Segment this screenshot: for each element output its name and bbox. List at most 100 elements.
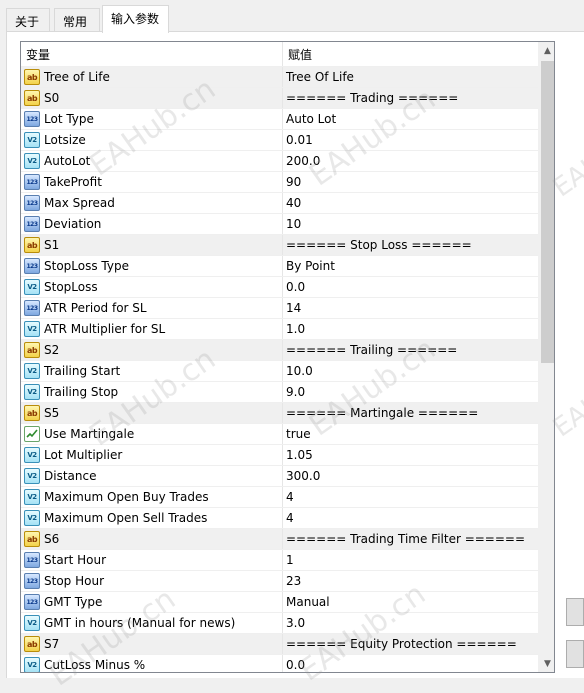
parameter-row[interactable]: 123 Lot Type Auto Lot [21,109,538,130]
parameter-name-cell[interactable]: V2 Maximum Open Buy Trades [21,487,283,507]
parameter-row[interactable]: V2 Maximum Open Sell Trades 4 [21,508,538,529]
parameter-value[interactable]: 200.0 [283,154,538,168]
scroll-down-icon[interactable]: ▼ [539,655,554,672]
integer-type-icon: 123 [24,552,40,568]
parameter-row[interactable]: 123 Stop Hour 23 [21,571,538,592]
scroll-up-icon[interactable]: ▲ [539,42,554,59]
parameter-row[interactable]: V2 StopLoss 0.0 [21,277,538,298]
parameter-row[interactable]: 123 ATR Period for SL 14 [21,298,538,319]
parameter-row[interactable]: ab S7 ====== Equity Protection ====== [21,634,538,655]
parameter-name-cell[interactable]: 123 GMT Type [21,592,283,612]
parameter-name-cell[interactable]: V2 Lotsize [21,130,283,150]
parameter-value[interactable]: 3.0 [283,616,538,630]
parameter-value[interactable]: ====== Trading ====== [283,91,538,105]
parameter-name-cell[interactable]: ab S2 [21,340,283,360]
parameter-value[interactable]: 40 [283,196,538,210]
vertical-scrollbar[interactable]: ▲ ▼ [538,42,554,672]
parameter-value[interactable]: 90 [283,175,538,189]
side-button[interactable] [566,598,584,626]
parameter-row[interactable]: ab Tree of Life Tree Of Life [21,67,538,88]
parameter-name-cell[interactable]: 123 ATR Period for SL [21,298,283,318]
parameter-name-cell[interactable]: V2 Trailing Start [21,361,283,381]
parameter-name-cell[interactable]: V2 AutoLot [21,151,283,171]
parameter-name-cell[interactable]: ab S6 [21,529,283,549]
tab-common[interactable]: 常用 [54,8,100,32]
parameter-name-cell[interactable]: 123 TakeProfit [21,172,283,192]
parameter-name-cell[interactable]: 123 Max Spread [21,193,283,213]
parameter-value[interactable]: 14 [283,301,538,315]
parameter-value[interactable]: 10 [283,217,538,231]
parameter-row[interactable]: ab S0 ====== Trading ====== [21,88,538,109]
parameter-name-cell[interactable]: 123 Deviation [21,214,283,234]
tab-input-parameters[interactable]: 输入参数 [102,5,169,33]
parameter-value[interactable]: 4 [283,490,538,504]
parameter-value[interactable]: ====== Trading Time Filter ====== [283,532,538,546]
parameter-name-cell[interactable]: ab S0 [21,88,283,108]
parameter-value[interactable]: 10.0 [283,364,538,378]
parameter-row[interactable]: 123 GMT Type Manual [21,592,538,613]
scroll-thumb[interactable] [541,61,554,363]
parameter-row[interactable]: ab S2 ====== Trailing ====== [21,340,538,361]
parameter-row[interactable]: V2 Lot Multiplier 1.05 [21,445,538,466]
parameter-row[interactable]: V2 Distance 300.0 [21,466,538,487]
parameter-value[interactable]: 23 [283,574,538,588]
parameter-name-cell[interactable]: V2 GMT in hours (Manual for news) [21,613,283,633]
parameter-value[interactable]: By Point [283,259,538,273]
parameter-row[interactable]: V2 Trailing Start 10.0 [21,361,538,382]
parameter-name-cell[interactable]: 123 Start Hour [21,550,283,570]
parameter-name-cell[interactable]: 123 Lot Type [21,109,283,129]
parameter-value[interactable]: 9.0 [283,385,538,399]
parameter-value[interactable]: Manual [283,595,538,609]
parameter-value[interactable]: 1.05 [283,448,538,462]
string-type-icon: ab [24,405,40,421]
parameter-name-cell[interactable]: V2 Distance [21,466,283,486]
parameter-name-cell[interactable]: Use Martingale [21,424,283,444]
parameter-value[interactable]: ====== Martingale ====== [283,406,538,420]
parameter-name-cell[interactable]: V2 CutLoss Minus % [21,655,283,672]
parameter-name-cell[interactable]: ab S5 [21,403,283,423]
parameter-value[interactable]: Auto Lot [283,112,538,126]
parameter-value[interactable]: 1.0 [283,322,538,336]
parameter-name-cell[interactable]: 123 StopLoss Type [21,256,283,276]
parameter-row[interactable]: V2 CutLoss Minus % 0.0 [21,655,538,672]
parameter-row[interactable]: 123 Deviation 10 [21,214,538,235]
parameter-value[interactable]: Tree Of Life [283,70,538,84]
parameter-value[interactable]: true [283,427,538,441]
parameter-name-cell[interactable]: V2 ATR Multiplier for SL [21,319,283,339]
parameter-row[interactable]: V2 Maximum Open Buy Trades 4 [21,487,538,508]
parameter-row[interactable]: ab S1 ====== Stop Loss ====== [21,235,538,256]
parameter-name-cell[interactable]: V2 Maximum Open Sell Trades [21,508,283,528]
parameter-row[interactable]: V2 ATR Multiplier for SL 1.0 [21,319,538,340]
parameter-row[interactable]: V2 Trailing Stop 9.0 [21,382,538,403]
parameter-name-cell[interactable]: ab S1 [21,235,283,255]
parameter-row[interactable]: 123 TakeProfit 90 [21,172,538,193]
column-header-value[interactable]: 赋值 [283,46,538,63]
parameter-value[interactable]: 0.01 [283,133,538,147]
parameter-row[interactable]: Use Martingale true [21,424,538,445]
parameter-row[interactable]: ab S6 ====== Trading Time Filter ====== [21,529,538,550]
parameter-row[interactable]: ab S5 ====== Martingale ====== [21,403,538,424]
parameter-row[interactable]: V2 AutoLot 200.0 [21,151,538,172]
parameter-row[interactable]: 123 Start Hour 1 [21,550,538,571]
parameter-value[interactable]: 1 [283,553,538,567]
parameter-value[interactable]: 0.0 [283,658,538,672]
parameter-row[interactable]: V2 GMT in hours (Manual for news) 3.0 [21,613,538,634]
parameter-value[interactable]: ====== Stop Loss ====== [283,238,538,252]
parameter-name-cell[interactable]: V2 StopLoss [21,277,283,297]
parameter-value[interactable]: 300.0 [283,469,538,483]
parameter-name-cell[interactable]: V2 Trailing Stop [21,382,283,402]
parameter-value[interactable]: ====== Equity Protection ====== [283,637,538,651]
parameter-value[interactable]: ====== Trailing ====== [283,343,538,357]
parameter-value[interactable]: 4 [283,511,538,525]
parameter-row[interactable]: V2 Lotsize 0.01 [21,130,538,151]
parameter-name-cell[interactable]: V2 Lot Multiplier [21,445,283,465]
parameter-row[interactable]: 123 StopLoss Type By Point [21,256,538,277]
column-header-variable[interactable]: 变量 [21,42,283,66]
parameter-name-cell[interactable]: ab S7 [21,634,283,654]
side-button[interactable] [566,640,584,668]
parameter-name-cell[interactable]: ab Tree of Life [21,67,283,87]
parameter-value[interactable]: 0.0 [283,280,538,294]
tab-about[interactable]: 关于 [6,8,50,32]
parameter-name-cell[interactable]: 123 Stop Hour [21,571,283,591]
parameter-row[interactable]: 123 Max Spread 40 [21,193,538,214]
